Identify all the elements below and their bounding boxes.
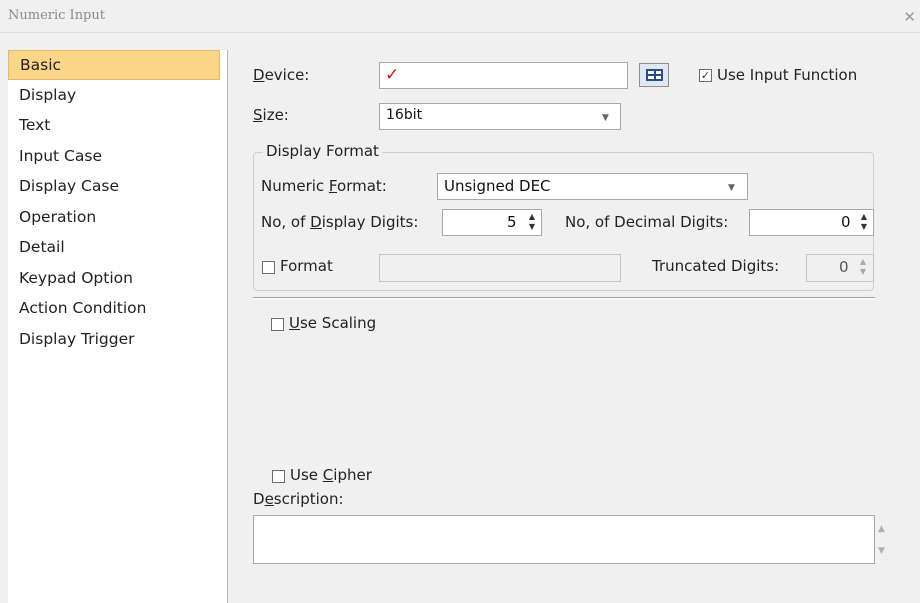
spin-up-icon[interactable]: ▲ (856, 257, 870, 267)
spin-down-icon[interactable]: ▼ (525, 222, 539, 232)
sidebar-item-keypad-option[interactable]: Keypad Option (8, 264, 220, 294)
close-icon[interactable]: ✕ (903, 8, 916, 26)
use-input-function-checkbox[interactable]: ✓ (699, 69, 712, 82)
truncated-digits-label: Truncated Digits: (652, 257, 780, 275)
format-input[interactable] (379, 254, 621, 282)
chevron-down-icon: ▼ (602, 113, 609, 123)
use-cipher-label: Use Cipher (290, 466, 372, 484)
decimal-digits-value: 0 (841, 213, 851, 231)
sidebar-item-display[interactable]: Display (8, 81, 220, 111)
decimal-digits-label: No, of Decimal Digits: (565, 213, 729, 231)
sidebar-item-display-case[interactable]: Display Case (8, 172, 220, 202)
sidebar-item-basic[interactable]: Basic (8, 50, 220, 80)
scroll-down-icon[interactable]: ▼ (878, 546, 885, 556)
decimal-digits-stepper[interactable]: 0 ▲ ▼ (749, 209, 874, 236)
truncated-digits-stepper[interactable]: 0 ▲ ▼ (806, 254, 874, 282)
sidebar-item-operation[interactable]: Operation (8, 203, 220, 233)
device-label: Device: (253, 66, 310, 84)
spin-up-icon[interactable]: ▲ (525, 212, 539, 222)
spin-down-icon[interactable]: ▼ (857, 222, 871, 232)
use-scaling-checkbox[interactable] (271, 318, 284, 331)
section-divider (253, 297, 875, 299)
numeric-format-label: Numeric Format: (261, 177, 387, 195)
numeric-format-value: Unsigned DEC (444, 177, 551, 195)
size-value: 16bit (386, 107, 423, 123)
device-input[interactable]: ✓ (379, 62, 628, 89)
spin-down-icon[interactable]: ▼ (856, 267, 870, 277)
spin-up-icon[interactable]: ▲ (857, 212, 871, 222)
device-value: ✓ (385, 65, 400, 85)
numeric-format-select[interactable]: Unsigned DEC ▼ (437, 173, 748, 200)
category-list: Basic Display Text Input Case Display Ca… (8, 50, 228, 603)
use-cipher-checkbox[interactable] (272, 470, 285, 483)
description-textarea[interactable] (253, 515, 875, 564)
display-digits-value: 5 (507, 213, 517, 231)
sidebar-item-action-condition[interactable]: Action Condition (8, 294, 220, 324)
chevron-down-icon: ▼ (728, 183, 735, 193)
tag-table-icon (646, 69, 663, 81)
size-label: Size: (253, 106, 289, 124)
display-digits-label: No, of Display Digits: (261, 213, 419, 231)
device-browse-button[interactable] (639, 63, 669, 87)
use-scaling-label: Use Scaling (289, 314, 377, 332)
use-input-function-label: Use Input Function (717, 66, 858, 84)
display-digits-stepper[interactable]: 5 ▲ ▼ (442, 209, 542, 236)
display-format-legend: Display Format (263, 142, 382, 160)
title-bar (0, 0, 920, 33)
sidebar-item-text[interactable]: Text (8, 111, 220, 141)
description-label: Description: (253, 490, 344, 508)
sidebar-item-detail[interactable]: Detail (8, 233, 220, 263)
truncated-digits-value: 0 (839, 258, 849, 276)
sidebar-item-input-case[interactable]: Input Case (8, 142, 220, 172)
format-label: Format (280, 257, 333, 275)
size-select[interactable]: 16bit ▼ (379, 103, 621, 130)
format-checkbox[interactable] (262, 261, 275, 274)
sidebar-item-display-trigger[interactable]: Display Trigger (8, 325, 220, 355)
window-title: Numeric Input (8, 8, 105, 23)
scroll-up-icon[interactable]: ▲ (878, 524, 885, 534)
